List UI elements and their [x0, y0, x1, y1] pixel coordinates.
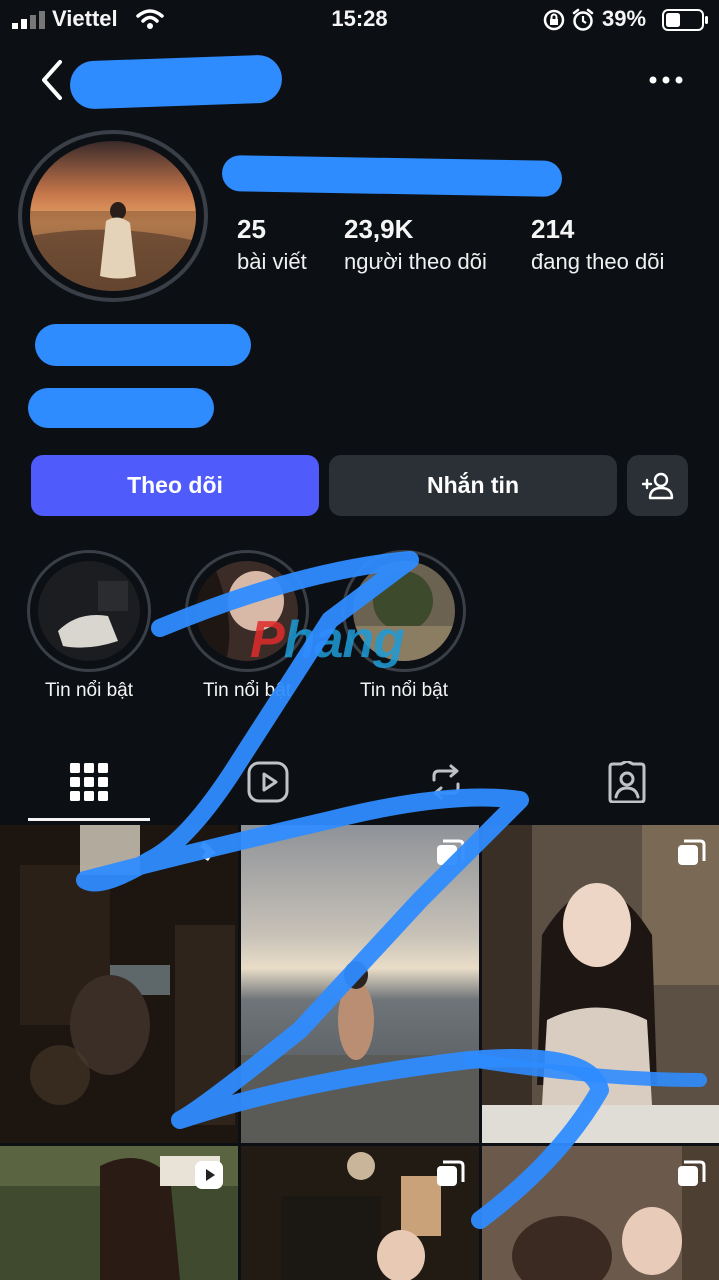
- watermark-mark: P: [250, 611, 285, 669]
- post-thumbnail[interactable]: [241, 825, 479, 1143]
- carousel-icon: [678, 839, 706, 865]
- posts-count: 25: [237, 214, 266, 244]
- redacted-username: [69, 54, 283, 110]
- message-button[interactable]: Nhắn tin: [329, 455, 617, 516]
- highlight-ring: [27, 550, 151, 672]
- tab-posts[interactable]: [59, 752, 119, 812]
- rotation-lock-icon: [543, 9, 565, 31]
- post-thumbnail[interactable]: [0, 1146, 238, 1280]
- battery-icon: [662, 9, 708, 31]
- post-thumbnail[interactable]: [482, 825, 719, 1143]
- back-icon[interactable]: [34, 58, 74, 102]
- carousel-icon: [437, 1160, 465, 1186]
- carousel-icon: [678, 1160, 706, 1186]
- post-thumbnail[interactable]: [241, 1146, 479, 1280]
- pinned-icon: [200, 841, 216, 861]
- followers-label: người theo dõi: [344, 249, 487, 274]
- alarm-icon: [572, 8, 594, 31]
- tab-reposts[interactable]: [416, 752, 476, 812]
- redacted-bio-line-2: [28, 388, 214, 428]
- status-bar: Viettel 15:28 39%: [0, 0, 719, 40]
- following-count: 214: [531, 214, 575, 244]
- following-label: đang theo dõi: [531, 249, 665, 274]
- tab-tagged[interactable]: [597, 752, 657, 812]
- suggest-users-button[interactable]: [627, 455, 688, 516]
- post-thumbnail[interactable]: [482, 1146, 719, 1280]
- active-tab-indicator: [28, 818, 150, 821]
- tagged-icon: [608, 761, 646, 803]
- avatar-photo: [30, 141, 196, 291]
- watermark-text: hang: [283, 611, 405, 669]
- reel-icon: [195, 1161, 223, 1189]
- highlight-cover: [38, 561, 140, 661]
- carousel-icon: [437, 839, 465, 865]
- more-options-icon[interactable]: [645, 68, 687, 92]
- post-thumbnail[interactable]: [0, 825, 238, 1143]
- reposts-icon: [432, 764, 460, 800]
- reels-icon: [247, 761, 289, 803]
- highlight-label: Tin nổi bật: [359, 680, 448, 701]
- avatar[interactable]: [30, 141, 196, 291]
- redacted-display-name: [221, 155, 563, 197]
- stat-posts[interactable]: 25 bài viết: [237, 214, 307, 275]
- grid-icon: [70, 763, 108, 801]
- tab-reels[interactable]: [238, 752, 298, 812]
- highlight-label: Tin nổi bật: [202, 680, 291, 701]
- highlight-label: Tin nổi bật: [44, 680, 133, 701]
- stat-followers[interactable]: 23,9K người theo dõi: [344, 214, 487, 275]
- watermark-logo: Phang: [250, 610, 405, 670]
- redacted-bio-line-1: [35, 324, 251, 366]
- followers-count: 23,9K: [344, 214, 414, 244]
- battery-percent: 39%: [602, 6, 647, 31]
- stat-following[interactable]: 214 đang theo dõi: [531, 214, 664, 275]
- posts-label: bài viết: [237, 249, 307, 274]
- highlight-item[interactable]: Tin nổi bật: [27, 550, 151, 701]
- follow-button[interactable]: Theo dõi: [31, 455, 319, 516]
- add-person-icon: [641, 472, 673, 499]
